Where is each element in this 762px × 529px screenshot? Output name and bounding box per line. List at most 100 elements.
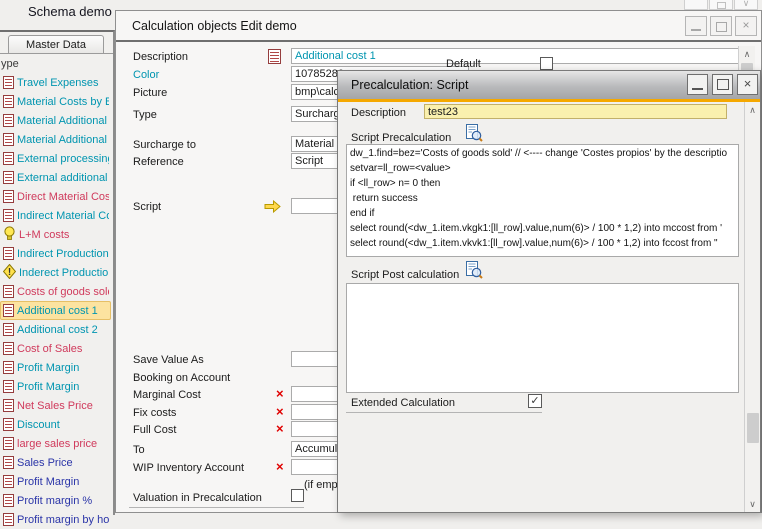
full-cost-label: Full Cost (133, 424, 176, 436)
form-icon (3, 247, 14, 260)
form-icon (3, 361, 14, 374)
form-icon (268, 49, 281, 64)
accent-bar (338, 99, 760, 102)
error-x-icon: × (276, 389, 284, 399)
form-icon (3, 190, 14, 203)
list-item-label: Indirect Production (17, 248, 109, 260)
scrollbar-thumb[interactable] (747, 413, 759, 443)
app-minimize-button[interactable] (684, 0, 708, 10)
list-item[interactable]: Profit Margin (0, 377, 111, 396)
list-item-label: Inderect Production (19, 267, 109, 279)
description-label: Description (133, 51, 188, 63)
error-x-icon: × (276, 424, 284, 434)
scroll-down-icon[interactable]: ∨ (745, 496, 760, 512)
list-item[interactable]: Indirect Material Co (0, 206, 111, 225)
list-item-label: large sales price (17, 438, 97, 450)
reference-label: Reference (133, 156, 184, 168)
tabstrip-divider (0, 53, 113, 54)
app-close-button[interactable]: ∨ (734, 0, 758, 10)
default-checkbox[interactable] (540, 57, 553, 70)
list-item-label: Net Sales Price (17, 400, 93, 412)
minimize-button[interactable] (687, 74, 708, 95)
dialog-title: Precalculation: Script (351, 78, 468, 92)
field-underline (346, 412, 542, 413)
list-item[interactable]: Additional cost 2 (0, 320, 111, 339)
dialog-scrollbar[interactable]: ∧ ∨ (744, 102, 760, 512)
fix-costs-label: Fix costs (133, 407, 176, 419)
list-item-label: Material Costs by Bi (17, 96, 109, 108)
list-item[interactable]: Material Additional C (0, 111, 111, 130)
save-value-as-label: Save Value As (133, 354, 204, 366)
list-item[interactable]: Costs of goods sold (0, 282, 111, 301)
list-item[interactable]: Sales Price (0, 453, 111, 472)
error-x-icon: × (276, 462, 284, 472)
list-item-label: Costs of goods sold (17, 286, 109, 298)
scroll-up-icon[interactable]: ∧ (745, 102, 760, 118)
preview-zoom-icon[interactable] (465, 261, 483, 279)
maximize-button[interactable] (712, 74, 733, 95)
list-item-label: Sales Price (17, 457, 73, 469)
script-precalculation-label: Script Precalculation (351, 132, 451, 144)
extended-calculation-label: Extended Calculation (351, 397, 455, 409)
description-input[interactable] (291, 48, 741, 64)
valuation-in-precalculation-label: Valuation in Precalculation (133, 492, 262, 504)
form-icon (3, 152, 14, 165)
arrow-right-icon (264, 200, 281, 216)
list-item[interactable]: Direct Material Costs (0, 187, 111, 206)
list-item[interactable]: Profit Margin (0, 472, 111, 491)
list-item-label: Profit margin % (17, 495, 92, 507)
list-item[interactable]: Travel Expenses (0, 73, 111, 92)
form-icon (3, 171, 14, 184)
list-item[interactable]: Material Additional C (0, 130, 111, 149)
app-maximize-button[interactable] (709, 0, 733, 10)
form-icon (3, 380, 14, 393)
dialog-description-label: Description (351, 107, 406, 119)
list-item-label: Discount (17, 419, 60, 431)
app-title: Schema demo (28, 4, 112, 19)
list-item[interactable]: Profit margin % (0, 491, 111, 510)
list-item[interactable]: Indirect Production (0, 244, 111, 263)
script-post-calculation-textarea[interactable] (346, 283, 739, 393)
list-item[interactable]: Additional cost 1 (0, 301, 111, 320)
booking-on-account-label: Booking on Account (133, 372, 230, 384)
list-item-label: Material Additional C (17, 134, 109, 146)
scroll-up-icon[interactable]: ∧ (739, 46, 755, 62)
form-icon (3, 475, 14, 488)
window-title: Calculation objects Edit demo (132, 19, 297, 33)
picture-label: Picture (133, 87, 167, 99)
bulb-warning-icon: ! (3, 264, 16, 282)
list-item[interactable]: Discount (0, 415, 111, 434)
list-item[interactable]: large sales price (0, 434, 111, 453)
close-button[interactable]: × (735, 16, 757, 36)
list-item-label: Additional cost 2 (17, 324, 98, 336)
form-icon (3, 342, 14, 355)
form-icon (3, 418, 14, 431)
extended-calculation-checkbox[interactable] (528, 394, 542, 408)
list-item[interactable]: Net Sales Price (0, 396, 111, 415)
form-icon (3, 95, 14, 108)
list-item[interactable]: ! Inderect Production (0, 263, 111, 282)
list-item[interactable]: External additional c (0, 168, 111, 187)
color-label: Color (133, 69, 159, 81)
list-item[interactable]: Profit Margin (0, 358, 111, 377)
list-item-label: Material Additional C (17, 115, 109, 127)
preview-zoom-icon[interactable] (465, 124, 483, 142)
valuation-checkbox[interactable] (291, 489, 304, 502)
type-column-header: ype (1, 58, 19, 70)
list-item[interactable]: Material Costs by Bi (0, 92, 111, 111)
list-item[interactable]: Cost of Sales (0, 339, 111, 358)
form-icon (3, 304, 14, 317)
list-item-label: Direct Material Costs (17, 191, 109, 203)
close-button[interactable]: × (737, 74, 758, 95)
list-item[interactable]: External processing (0, 149, 111, 168)
field-underline (129, 507, 304, 508)
dialog-description-input[interactable] (424, 104, 727, 119)
list-item[interactable]: L+M costs (0, 225, 111, 244)
tab-master-data[interactable]: Master Data (8, 35, 104, 54)
dialog-titlebar[interactable]: Precalculation: Script × (338, 71, 760, 99)
wip-inventory-account-label: WIP Inventory Account (133, 462, 244, 474)
minimize-button[interactable] (685, 16, 707, 36)
script-precalculation-textarea[interactable]: dw_1.find=bez='Costs of goods sold' // <… (346, 144, 739, 257)
form-icon (3, 323, 14, 336)
maximize-button[interactable] (710, 16, 732, 36)
